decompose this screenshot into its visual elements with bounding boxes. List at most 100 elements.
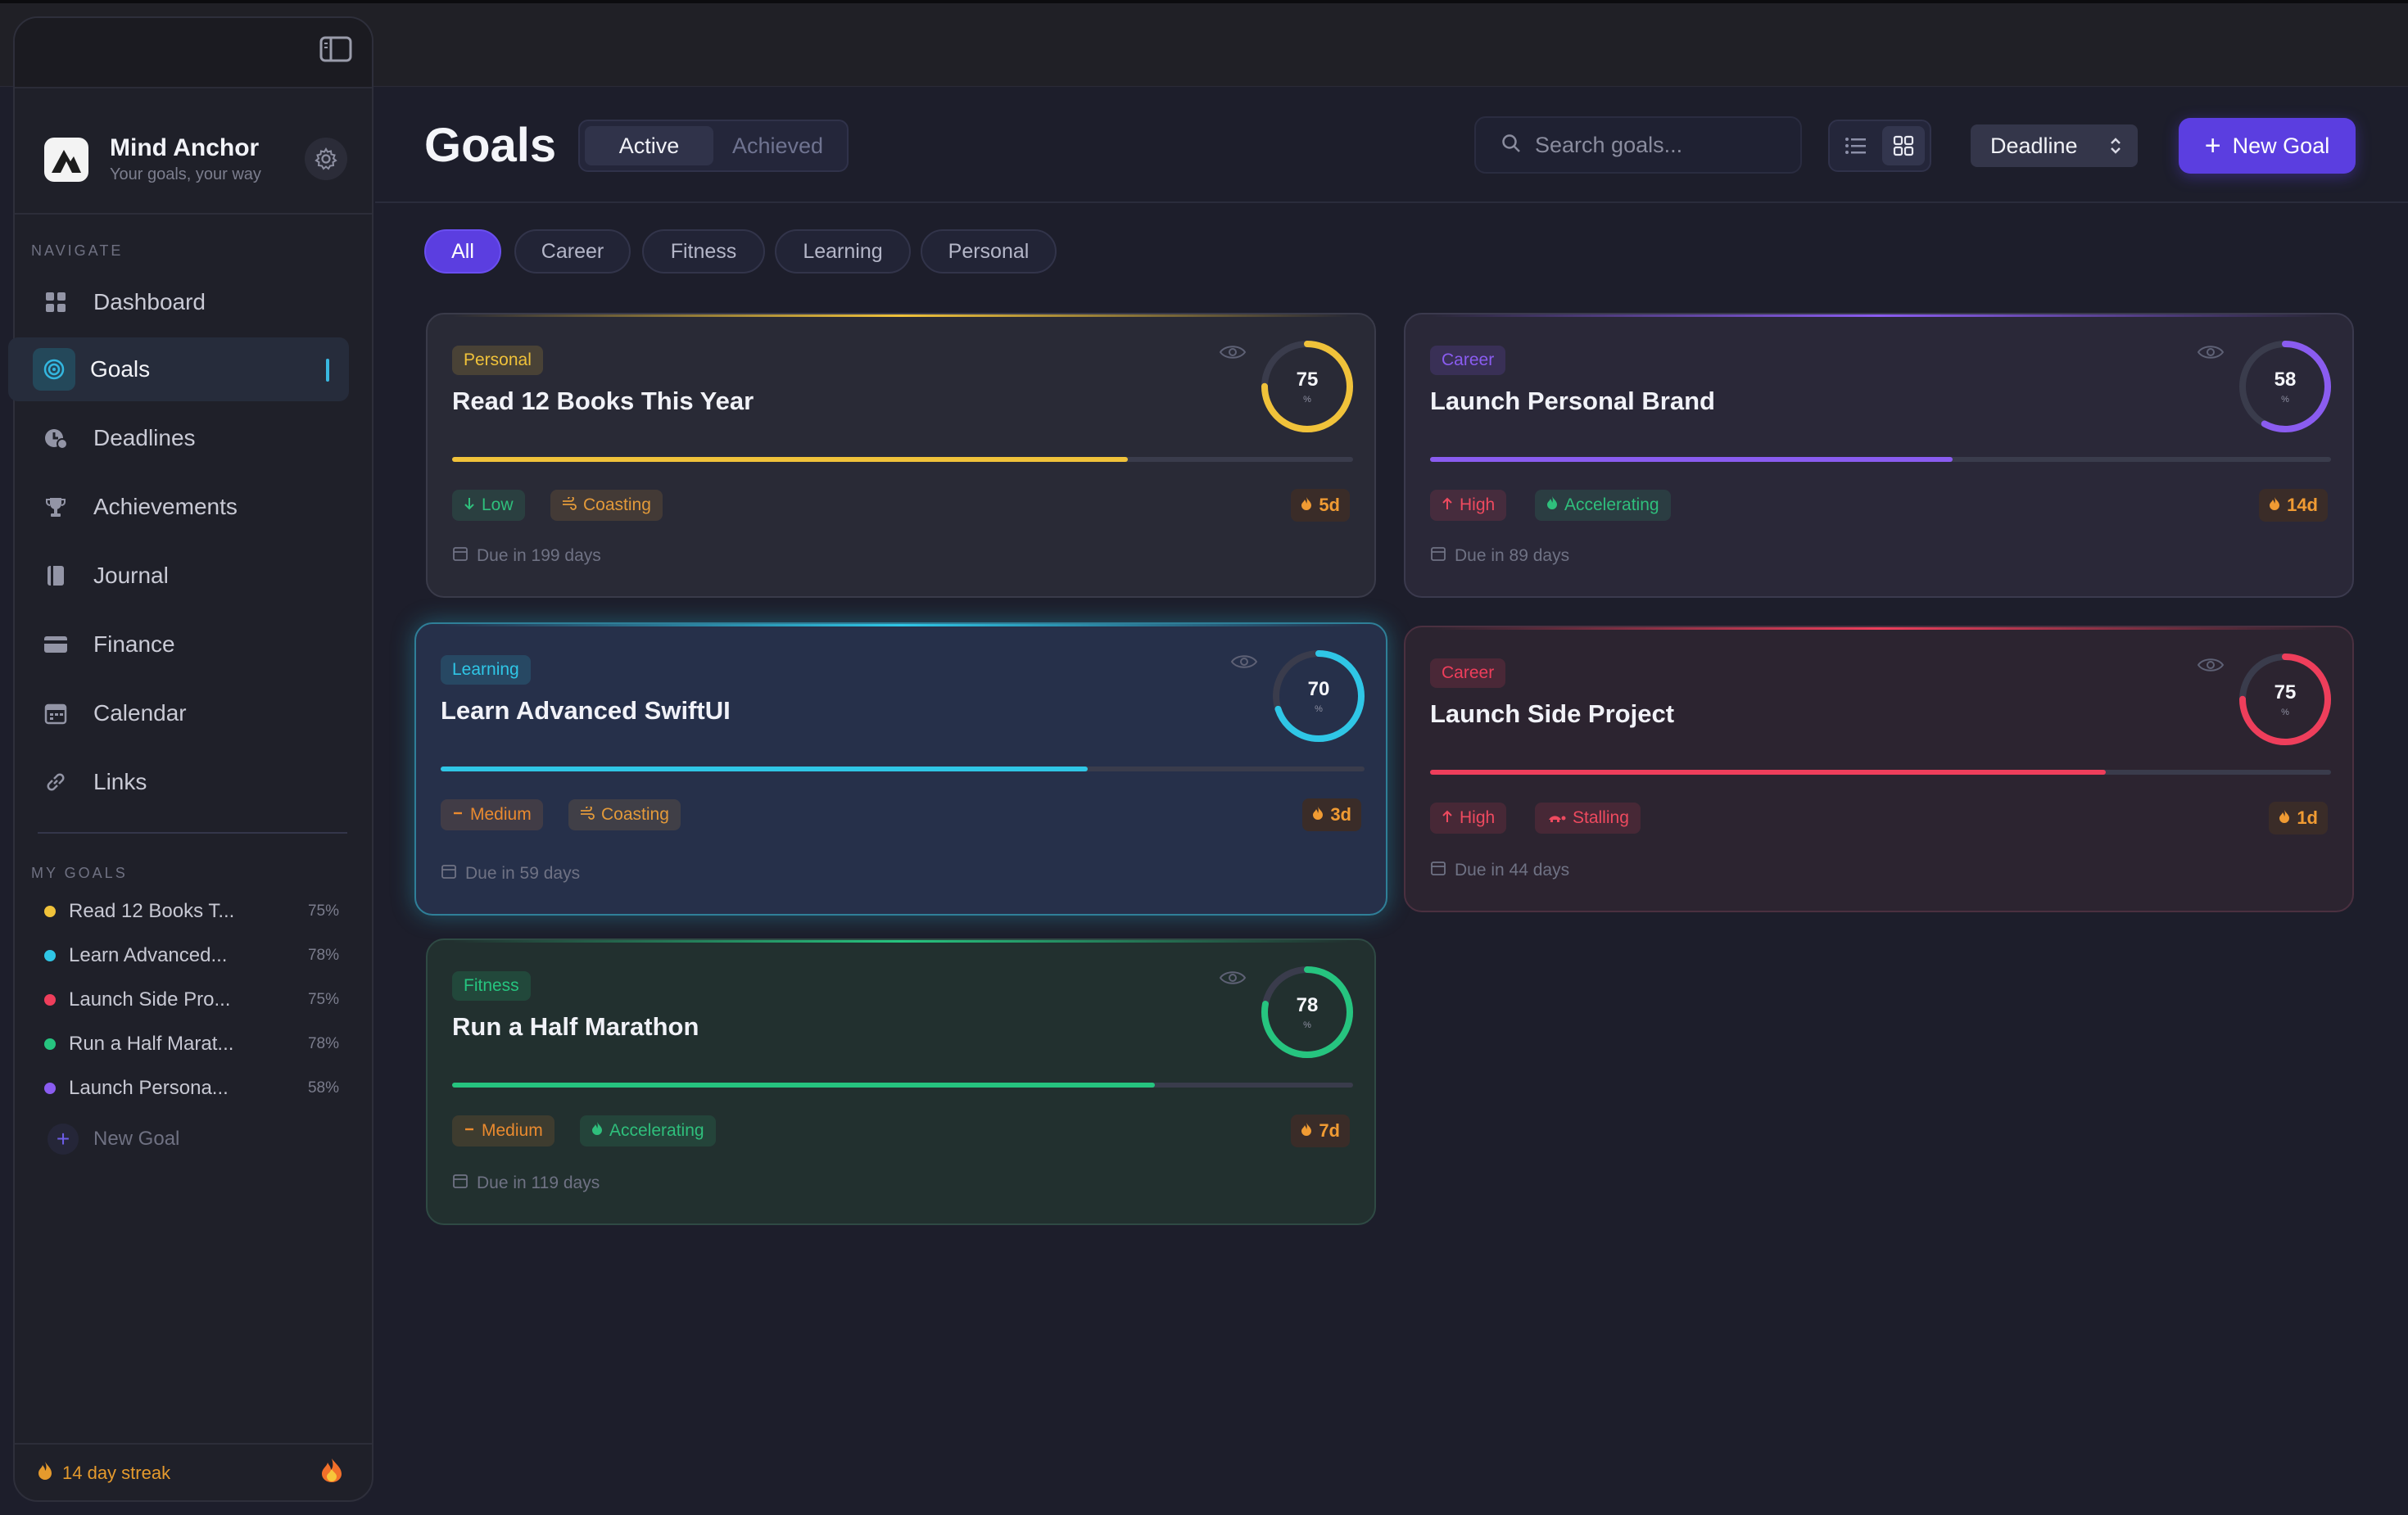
- momentum-label: Coasting: [583, 495, 651, 514]
- calendar-icon: [1430, 860, 1446, 881]
- goal-card[interactable]: Fitness Run a Half Marathon 78 % Medium …: [426, 938, 1376, 1225]
- nav-deadlines[interactable]: Deadlines: [8, 406, 349, 470]
- progress-ring: 75 %: [1256, 336, 1358, 437]
- eye-icon[interactable]: [1219, 968, 1247, 988]
- card-accent-line: [1430, 627, 2328, 630]
- calendar-icon: [452, 1173, 468, 1194]
- search-input[interactable]: [1535, 132, 1789, 158]
- sidebar-new-goal[interactable]: + New Goal: [48, 1124, 179, 1155]
- list-view-button[interactable]: [1835, 126, 1877, 165]
- goal-title: Run a Half Marathon: [452, 1012, 699, 1041]
- navigate-section-label: NAVIGATE: [31, 242, 124, 259]
- chevron-up-down-icon: [2108, 134, 2123, 163]
- due-date: Due in 199 days: [452, 545, 601, 567]
- nav-achievements[interactable]: Achievements: [8, 475, 349, 539]
- nav-label: Journal: [93, 563, 169, 588]
- settings-button[interactable]: [305, 138, 347, 180]
- momentum-tag: Stalling: [1535, 803, 1641, 834]
- filter-career[interactable]: Career: [514, 229, 631, 274]
- view-toggle: [1828, 120, 1931, 172]
- eye-icon[interactable]: [1230, 652, 1258, 672]
- nav-label: Links: [93, 769, 147, 794]
- card-accent-line: [1430, 314, 2328, 317]
- search-icon: [1500, 133, 1522, 158]
- streak-value: 3d: [1330, 804, 1351, 825]
- priority-label: High: [1460, 495, 1496, 514]
- my-goal-item[interactable]: Learn Advanced... 78%: [44, 939, 339, 972]
- filter-learning[interactable]: Learning: [775, 229, 911, 274]
- streak-value: 14d: [2287, 495, 2318, 515]
- due-date: Due in 119 days: [452, 1173, 600, 1194]
- filter-fitness[interactable]: Fitness: [642, 229, 765, 274]
- progress-unit: %: [2281, 708, 2289, 717]
- grid-view-button[interactable]: [1882, 126, 1925, 165]
- category-badge: Personal: [452, 346, 543, 375]
- goal-color-dot: [44, 950, 56, 961]
- card-accent-line: [452, 940, 1350, 943]
- my-goal-item[interactable]: Launch Side Pro... 75%: [44, 984, 339, 1016]
- tab-active[interactable]: Active: [585, 126, 713, 165]
- nav-finance[interactable]: Finance: [8, 613, 349, 676]
- goal-card[interactable]: Career Launch Side Project 75 % High Sta…: [1404, 626, 2354, 912]
- filter-personal[interactable]: Personal: [921, 229, 1057, 274]
- sidebar-header: [15, 18, 372, 88]
- target-icon: [33, 348, 75, 391]
- eye-icon[interactable]: [2197, 655, 2225, 675]
- streak-value: 5d: [1319, 495, 1340, 515]
- card-accent-line: [452, 314, 1350, 317]
- nav-dashboard[interactable]: Dashboard: [8, 270, 349, 334]
- progress-bar-fill: [452, 1083, 1155, 1088]
- my-goal-item[interactable]: Read 12 Books T... 75%: [44, 895, 339, 928]
- momentum-tag: Accelerating: [580, 1115, 716, 1146]
- priority-label: High: [1460, 808, 1496, 827]
- calendar-icon: [452, 545, 468, 567]
- goal-percent: 78%: [307, 947, 339, 964]
- progress-bar: [1430, 457, 2331, 462]
- priority-label: Medium: [470, 805, 532, 824]
- goal-color-dot: [44, 994, 56, 1006]
- category-badge: Career: [1430, 346, 1506, 375]
- goal-title: Launch Side Project: [1430, 699, 1675, 728]
- progress-ring: 58 %: [2234, 336, 2336, 437]
- nav-calendar[interactable]: Calendar: [8, 681, 349, 745]
- filter-all[interactable]: All: [424, 229, 501, 274]
- my-goal-item[interactable]: Run a Half Marat... 78%: [44, 1028, 339, 1060]
- priority-tag: High: [1430, 490, 1507, 521]
- goal-percent: 58%: [307, 1079, 339, 1097]
- progress-ring: 75 %: [2234, 649, 2336, 750]
- nav-label: Goals: [90, 356, 151, 382]
- momentum-label: Coasting: [601, 805, 669, 824]
- progress-bar: [441, 767, 1365, 771]
- minus-icon: [452, 805, 464, 825]
- list-icon: [1845, 138, 1866, 154]
- arrow-down-icon: [464, 495, 475, 515]
- progress-unit: %: [1303, 1020, 1311, 1030]
- momentum-tag: Coasting: [568, 799, 681, 830]
- category-badge: Learning: [441, 655, 531, 685]
- nav-label: Dashboard: [93, 289, 206, 314]
- eye-icon[interactable]: [2197, 342, 2225, 362]
- nav-label: Achievements: [93, 494, 238, 519]
- goal-card[interactable]: Personal Read 12 Books This Year 75 % Lo…: [426, 313, 1376, 598]
- plus-icon: +: [48, 1124, 79, 1155]
- due-date: Due in 44 days: [1430, 860, 1569, 881]
- nav-links[interactable]: Links: [8, 750, 349, 814]
- nav-journal[interactable]: Journal: [8, 544, 349, 608]
- sort-select[interactable]: Deadline: [1971, 124, 2138, 167]
- due-date: Due in 89 days: [1430, 545, 1569, 567]
- goal-card[interactable]: Career Launch Personal Brand 58 % High A…: [1404, 313, 2354, 598]
- goal-card[interactable]: Learning Learn Advanced SwiftUI 70 % Med…: [414, 622, 1387, 916]
- tab-achieved[interactable]: Achieved: [713, 126, 842, 165]
- my-goal-item[interactable]: Launch Persona... 58%: [44, 1072, 339, 1105]
- new-goal-button[interactable]: + New Goal: [2179, 118, 2356, 174]
- priority-label: Medium: [482, 1121, 543, 1140]
- eye-icon[interactable]: [1219, 342, 1247, 362]
- priority-label: Low: [482, 495, 514, 514]
- nav-goals[interactable]: Goals: [8, 337, 349, 401]
- goal-percent: 75%: [307, 991, 339, 1008]
- streak-label: 14 day streak: [62, 1463, 171, 1483]
- sidebar-toggle-icon[interactable]: [318, 34, 354, 64]
- sidebar-divider: [38, 832, 347, 834]
- progress-ring: 78 %: [1256, 961, 1358, 1063]
- nav-label: Deadlines: [93, 425, 196, 450]
